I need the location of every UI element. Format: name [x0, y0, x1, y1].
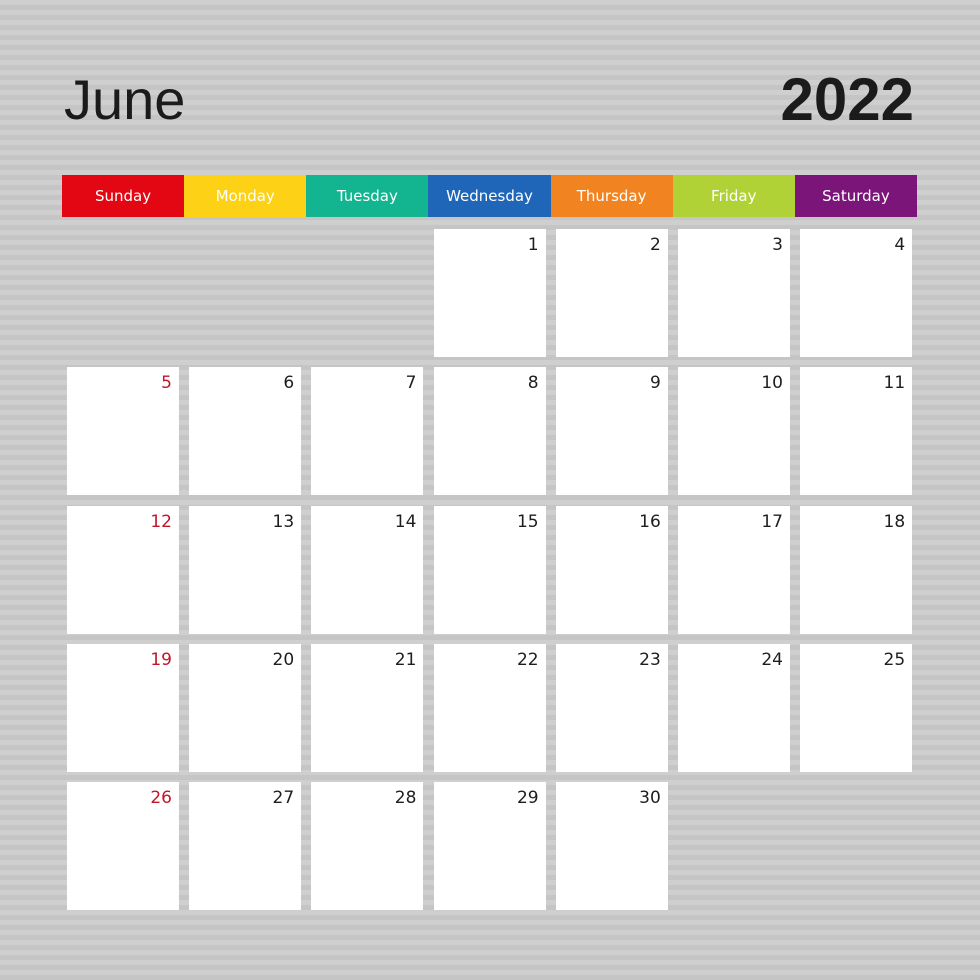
date-cell[interactable]: 18 [800, 505, 913, 634]
date-cell[interactable]: 29 [433, 782, 546, 911]
date-number: 17 [761, 511, 783, 532]
weekday-thursday: Thursday [550, 175, 673, 217]
date-cell[interactable]: 14 [311, 505, 424, 634]
date-cell[interactable]: 11 [800, 367, 913, 496]
date-number: 14 [394, 511, 417, 532]
date-cell[interactable]: 9 [555, 367, 668, 496]
weekday-sunday: Sunday [62, 175, 185, 217]
date-cell[interactable]: 23 [555, 643, 668, 772]
date-cell[interactable]: 4 [800, 229, 913, 357]
date-number: 27 [272, 788, 295, 809]
date-cell[interactable]: 7 [311, 367, 424, 496]
date-cell[interactable]: 10 [678, 367, 790, 496]
date-number: 6 [283, 373, 295, 394]
date-number: 28 [394, 788, 417, 809]
date-cell[interactable]: 17 [678, 505, 790, 634]
date-number: 21 [394, 649, 417, 670]
date-cell[interactable]: 25 [800, 643, 913, 772]
date-number: 12 [150, 511, 172, 532]
date-cell[interactable]: 16 [555, 505, 668, 634]
date-number: 18 [883, 511, 906, 532]
weekday-friday: Friday [672, 175, 795, 217]
date-cell[interactable]: 20 [189, 643, 302, 772]
date-number: 2 [649, 235, 661, 255]
date-cell[interactable]: 24 [678, 643, 790, 772]
date-cell[interactable]: 21 [311, 643, 424, 772]
date-cell[interactable]: 19 [67, 643, 179, 772]
date-number: 8 [527, 373, 539, 394]
weekday-wednesday: Wednesday [428, 175, 551, 217]
date-cell[interactable]: 12 [67, 505, 179, 634]
date-cell[interactable]: 26 [67, 782, 179, 911]
date-number: 24 [761, 649, 783, 670]
date-number: 16 [639, 511, 661, 532]
date-number: 1 [527, 235, 539, 255]
weekday-header: Sunday Monday Tuesday Wednesday Thursday… [62, 175, 917, 217]
date-number: 9 [649, 373, 661, 394]
date-number: 23 [639, 649, 661, 670]
date-number: 3 [772, 235, 783, 255]
date-number: 20 [272, 649, 295, 670]
date-number: 10 [761, 373, 783, 394]
date-cell[interactable]: 27 [189, 782, 302, 911]
date-number: 15 [516, 511, 539, 532]
date-number: 7 [405, 373, 417, 394]
weekday-tuesday: Tuesday [306, 175, 429, 217]
date-cell[interactable]: 5 [67, 367, 179, 496]
date-number: 26 [150, 788, 172, 809]
date-number: 5 [161, 373, 172, 394]
date-number: 4 [894, 235, 906, 255]
weekday-monday: Monday [184, 175, 307, 217]
date-number: 29 [516, 788, 539, 809]
date-cell[interactable]: 30 [555, 782, 668, 911]
date-cell[interactable]: 1 [433, 229, 546, 357]
date-number: 30 [639, 788, 661, 809]
date-number: 22 [516, 649, 539, 670]
date-number: 13 [272, 511, 295, 532]
date-cell[interactable]: 22 [433, 643, 546, 772]
date-number: 19 [150, 649, 172, 670]
date-cell[interactable]: 2 [555, 229, 668, 357]
date-cell[interactable]: 6 [189, 367, 302, 496]
date-cell[interactable]: 13 [189, 505, 302, 634]
date-number: 11 [883, 373, 906, 394]
date-cell[interactable]: 3 [678, 229, 790, 357]
year-title: 2022 [780, 66, 914, 133]
date-cell[interactable]: 28 [311, 782, 424, 911]
date-cell[interactable]: 8 [433, 367, 546, 496]
month-title: June [64, 68, 186, 131]
date-cell[interactable]: 15 [433, 505, 546, 634]
weekday-saturday: Saturday [794, 175, 917, 217]
date-number: 25 [883, 649, 906, 670]
